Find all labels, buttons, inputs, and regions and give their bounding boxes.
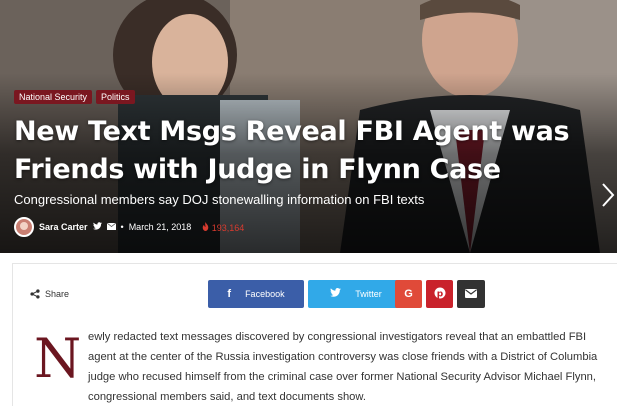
meta-separator: • xyxy=(120,222,124,232)
google-icon: G xyxy=(404,288,413,300)
facebook-icon: f xyxy=(227,288,232,300)
share-label: Share xyxy=(30,289,69,299)
category-politics[interactable]: Politics xyxy=(96,90,135,104)
chevron-right-icon[interactable] xyxy=(601,182,617,212)
article-paragraph: ewly redacted text messages discovered b… xyxy=(88,331,598,403)
view-count: 193,164 xyxy=(202,221,245,233)
hero-section: National Security Politics New Text Msgs… xyxy=(0,0,617,253)
google-plus-share-button[interactable]: G xyxy=(395,280,422,308)
share-text: Share xyxy=(45,289,70,299)
author-avatar[interactable] xyxy=(14,217,34,237)
article-title: New Text Msgs Reveal FBI Agent was Frien… xyxy=(14,116,570,185)
twitter-label: Twitter xyxy=(355,289,382,299)
email-icon[interactable] xyxy=(106,222,116,232)
category-tags: National Security Politics xyxy=(14,90,135,104)
author-name[interactable]: Sara Carter xyxy=(39,222,88,232)
pinterest-share-button[interactable]: p xyxy=(426,280,453,308)
article-subtitle: Congressional members say DOJ stonewalli… xyxy=(14,192,425,207)
publish-date: March 21, 2018 xyxy=(128,222,192,232)
share-icon xyxy=(30,289,40,299)
pinterest-icon: p xyxy=(434,287,446,301)
svg-text:p: p xyxy=(436,289,443,299)
view-count-value: 193,164 xyxy=(211,222,245,233)
article-meta: Sara Carter • March 21, 2018 193,164 xyxy=(14,217,244,237)
envelope-icon xyxy=(465,288,477,300)
email-share-button[interactable] xyxy=(457,280,485,308)
twitter-share-button[interactable]: Twitter xyxy=(308,280,404,308)
twitter-icon xyxy=(330,288,342,300)
flame-icon xyxy=(202,221,209,231)
facebook-label: Facebook xyxy=(245,289,285,299)
drop-cap: N xyxy=(34,327,82,390)
category-national-security[interactable]: National Security xyxy=(14,90,93,104)
facebook-share-button[interactable]: f Facebook xyxy=(208,280,304,308)
twitter-icon[interactable] xyxy=(92,222,102,232)
